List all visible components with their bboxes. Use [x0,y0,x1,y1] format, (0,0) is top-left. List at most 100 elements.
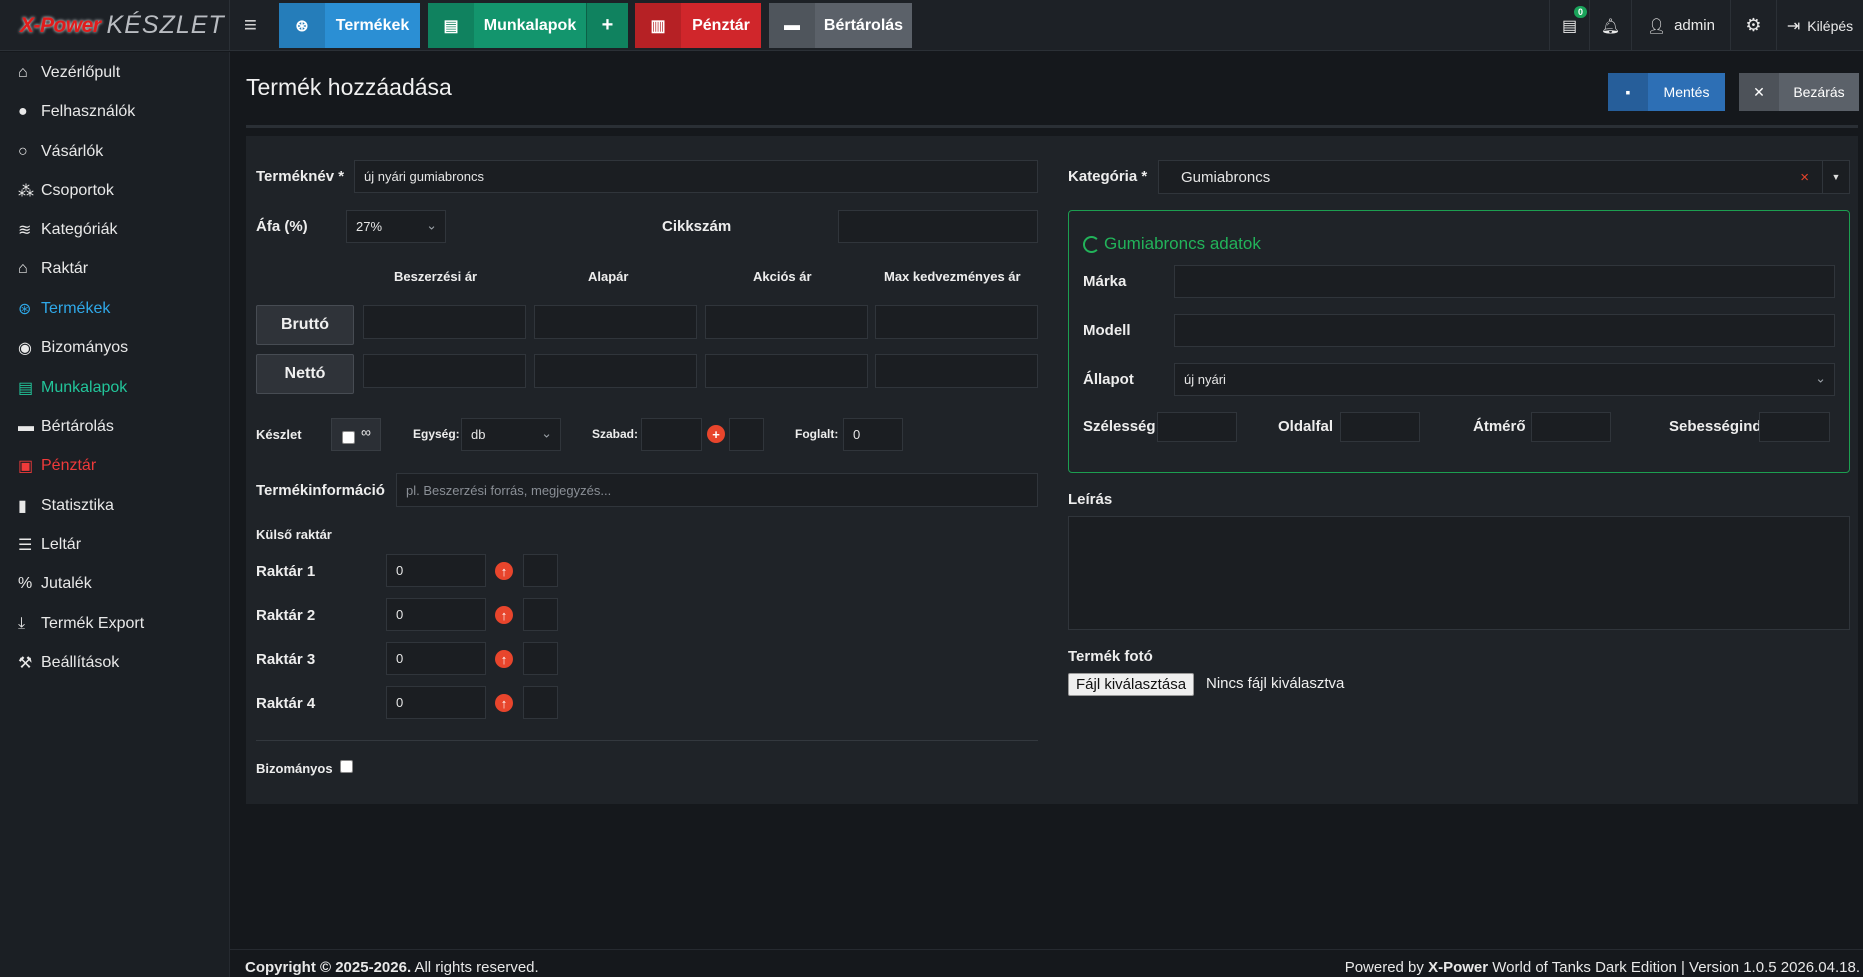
user-name: admin [1674,17,1715,34]
infinity-symbol: ∞ [361,424,371,440]
nav-worksheets-button[interactable]: ▤ Munkalapok + [428,3,628,48]
settings-button[interactable]: ⚙ [1730,0,1776,51]
users-icon: ⁂ [18,183,34,200]
sidebar-item-7[interactable]: ⊛ Termékek [18,294,110,324]
save-button[interactable]: ▪ Mentés [1608,73,1725,111]
arrow-up-icon[interactable]: ↑ [495,694,513,712]
warehouse-transfer-input[interactable] [523,642,558,675]
net-button[interactable]: Nettó [256,354,354,394]
sidebar-item-5[interactable]: ≋ Kategóriák [18,215,118,245]
warehouse-input[interactable]: 0 [386,598,486,631]
vat-select[interactable]: 27% [346,210,446,243]
category-dropdown-icon[interactable]: ▼ [1822,161,1849,193]
gross-sale-input[interactable] [705,305,868,339]
sidebar-item-12[interactable]: ▮ Statisztika [18,491,114,521]
sidebar-item-2[interactable]: ● Felhasználók [18,97,135,127]
choose-file-button[interactable]: Fájl kiválasztása [1068,673,1195,696]
top-navbar: X-Power KÉSZLET ≡ ⊛ Termékek ▤ Munkalapo… [0,0,1863,51]
arrow-up-icon[interactable]: ↑ [495,562,513,580]
category-select[interactable]: Gumiabroncs × ▼ [1158,160,1850,194]
gross-purchase-input[interactable] [363,305,526,339]
net-purchase-input[interactable] [363,354,526,388]
sidebar-item-label: Bértárolás [41,418,114,435]
logo-brand: X-Power [20,13,101,37]
logout-button[interactable]: ⇥ Kilépés [1776,0,1863,51]
consignment-label: Bizományos [256,761,333,776]
warehouse-input[interactable]: 0 [386,686,486,719]
sidebar-item-6[interactable]: ⌂ Raktár [18,254,88,284]
sidewall-input[interactable] [1340,412,1420,442]
warehouse-label: Raktár 3 [256,651,316,668]
nav-products-button[interactable]: ⊛ Termékek [279,3,420,48]
gross-max-discount-input[interactable] [875,305,1038,339]
free-stock-input[interactable] [641,418,702,451]
photo-label: Termék fotó [1068,648,1153,665]
width-input[interactable] [1157,412,1237,442]
nav-worksheets-add-button[interactable]: + [586,3,628,48]
unlimited-stock-toggle[interactable]: ∞ [331,418,381,451]
brand-input[interactable] [1174,265,1835,298]
user-icon: ● [18,103,28,120]
sku-label: Cikkszám [662,218,732,235]
sidebar-item-label: Vezérlőpult [41,64,121,81]
gross-button[interactable]: Bruttó [256,305,354,345]
menu-toggle-icon[interactable]: ≡ [244,14,262,36]
arrow-up-icon[interactable]: ↑ [495,606,513,624]
speed-index-input[interactable] [1759,412,1830,442]
sidebar-item-label: Jutalék [41,575,92,592]
net-sale-input[interactable] [705,354,868,388]
archive-icon: ▬ [769,3,815,48]
booked-input[interactable]: 0 [843,418,903,451]
app-logo[interactable]: X-Power KÉSZLET [0,0,230,51]
net-max-discount-input[interactable] [875,354,1038,388]
price-header-base: Alapár [588,269,629,284]
diameter-input[interactable] [1531,412,1611,442]
sidebar-item-4[interactable]: ⁂ Csoportok [18,176,114,206]
gear-icon: ⚙ [1745,15,1762,35]
sidebar-item-3[interactable]: ○ Vásárlók [18,137,103,167]
unlimited-stock-checkbox[interactable] [342,431,355,444]
archive-icon: ▬ [18,418,34,435]
nav-cashier-button[interactable]: ▥ Pénztár [635,3,761,48]
state-select[interactable]: új nyári [1174,363,1835,396]
sidebar-item-16[interactable]: ⚒ Beállítások [18,648,119,678]
gross-base-input[interactable] [534,305,697,339]
arrow-up-icon[interactable]: ↑ [495,650,513,668]
sidebar-item-11[interactable]: ▣ Pénztár [18,451,96,481]
sidewall-label: Oldalfal [1278,418,1334,435]
warehouse-label: Raktár 1 [256,563,316,580]
sidebar-item-15[interactable]: ⤓ Termék Export [18,609,144,639]
unit-select[interactable]: db [461,418,561,451]
category-clear-icon[interactable]: × [1800,169,1809,186]
notifications-button[interactable]: 🔔︎ [1589,0,1631,51]
nav-storage-button[interactable]: ▬ Bértárolás [769,3,912,48]
warehouse-input[interactable]: 0 [386,554,486,587]
add-stock-input[interactable] [729,418,764,451]
sidebar-item-13[interactable]: ☰ Leltár [18,530,81,560]
nav-storage-label: Bértárolás [823,16,904,34]
description-textarea[interactable] [1068,516,1850,630]
warehouse-input[interactable]: 0 [386,642,486,675]
sidebar-item-9[interactable]: ▤ Munkalapok [18,373,127,403]
product-name-input[interactable]: új nyári gumiabroncs [354,160,1038,193]
product-info-input[interactable]: pl. Beszerzési forrás, megjegyzés... [396,473,1038,507]
warehouse-transfer-input[interactable] [523,554,558,587]
copyright-bold: Copyright © 2025-2026. [245,959,412,976]
notes-button[interactable]: ▤ 0 [1549,0,1589,51]
state-value: új nyári [1184,372,1226,387]
warehouse-icon: ⌂ [18,260,28,277]
add-stock-icon[interactable]: + [707,425,725,443]
sidebar-item-1[interactable]: ⌂ Vezérlőpult [18,58,120,88]
consignment-checkbox[interactable] [340,760,353,773]
sidebar-item-14[interactable]: % Jutalék [18,569,92,599]
sidebar-item-8[interactable]: ◉ Bizományos [18,333,128,363]
warehouse-transfer-input[interactable] [523,598,558,631]
sku-input[interactable] [838,210,1038,243]
close-button[interactable]: ✕ Bezárás [1739,73,1859,111]
net-base-input[interactable] [534,354,697,388]
warehouse-transfer-input[interactable] [523,686,558,719]
user-menu[interactable]: 👤︎ admin [1631,0,1730,51]
spinner-icon [1083,235,1100,253]
model-input[interactable] [1174,314,1835,347]
sidebar-item-10[interactable]: ▬ Bértárolás [18,412,114,442]
